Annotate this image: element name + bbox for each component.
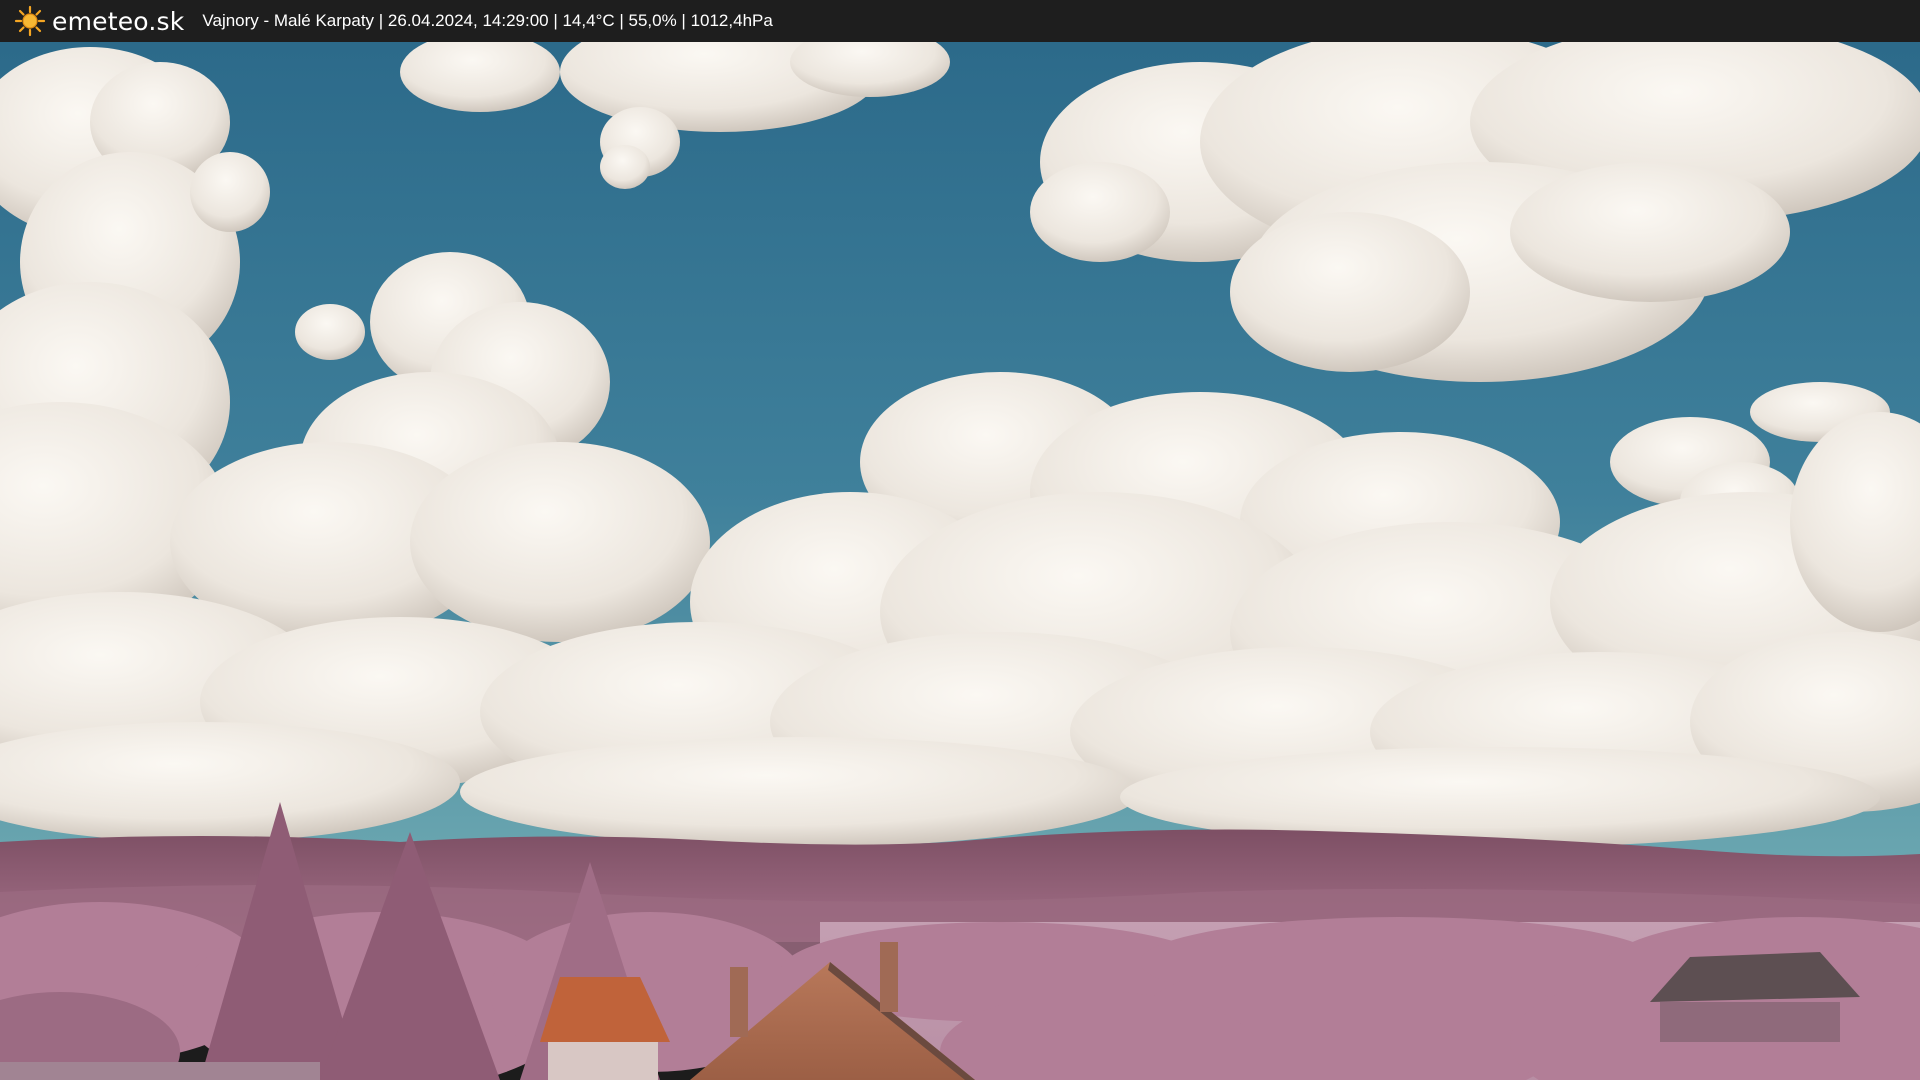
webcam-header-bar: emeteo.sk Vajnory - Malé Karpaty | 26.04…	[0, 0, 1920, 42]
station-caption: Vajnory - Malé Karpaty | 26.04.2024, 14:…	[202, 11, 773, 30]
site-brand[interactable]: emeteo.sk	[14, 5, 184, 37]
sun-icon	[14, 5, 46, 37]
webcam-image	[0, 42, 1920, 1080]
brand-name: emeteo.sk	[52, 6, 185, 36]
